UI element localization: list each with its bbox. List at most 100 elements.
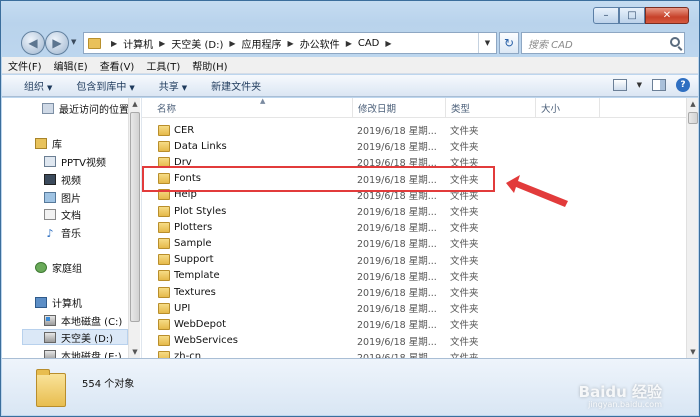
scrollbar-thumb[interactable] — [688, 112, 698, 124]
sidebar-item-drive-c[interactable]: 本地磁盘 (C:) — [44, 312, 122, 328]
menu-edit[interactable]: 编辑(E) — [48, 58, 94, 73]
file-name-cell: Template — [158, 270, 220, 282]
share-button[interactable]: 共享 ▼ — [159, 78, 187, 93]
chevron-right-icon[interactable]: ▶ — [385, 39, 391, 48]
folder-icon — [158, 221, 170, 233]
menu-help[interactable]: 帮助(H) — [186, 58, 233, 73]
file-list-scrollbar[interactable]: ▲ ▼ — [686, 98, 698, 358]
sidebar-item-pptv[interactable]: PPTV视频 — [44, 153, 106, 169]
file-row[interactable]: Textures 2019/6/18 星期... 文件夹 — [142, 284, 686, 300]
sidebar-item-recent[interactable]: 最近访问的位置 — [42, 100, 129, 116]
sidebar-item-label: 天空美 (D:) — [61, 333, 114, 345]
menu-view[interactable]: 查看(V) — [94, 58, 141, 73]
column-size[interactable]: 大小 — [536, 98, 600, 118]
folder-icon — [158, 205, 170, 217]
search-icon[interactable] — [670, 37, 680, 47]
file-row[interactable]: Support 2019/6/18 星期... 文件夹 — [142, 252, 686, 268]
chevron-down-icon[interactable]: ▼ — [637, 81, 642, 89]
sidebar-item-drive-d[interactable]: 天空美 (D:) — [22, 329, 128, 345]
file-date: 2019/6/18 星期... — [357, 336, 437, 348]
new-folder-button[interactable]: 新建文件夹 — [211, 78, 261, 93]
file-row[interactable]: Plot Styles 2019/6/18 星期... 文件夹 — [142, 203, 686, 219]
help-icon[interactable]: ? — [676, 78, 690, 92]
scroll-down-icon[interactable]: ▼ — [687, 346, 699, 358]
view-options-icon[interactable] — [612, 79, 627, 91]
sidebar-item-music[interactable]: ♪ 音乐 — [44, 224, 81, 240]
annotation-arrow-icon — [506, 175, 568, 207]
include-library-button[interactable]: 包含到库中 ▼ — [76, 78, 134, 93]
breadcrumb-cad[interactable]: CAD — [358, 38, 380, 49]
scroll-up-icon[interactable]: ▲ — [687, 98, 699, 110]
breadcrumb-office[interactable]: 办公软件 — [300, 36, 340, 51]
breadcrumb-computer[interactable]: 计算机 — [123, 36, 153, 51]
chevron-right-icon[interactable]: ▶ — [346, 39, 352, 48]
file-date: 2019/6/18 星期... — [357, 239, 437, 251]
chevron-right-icon[interactable]: ▶ — [288, 39, 294, 48]
menu-file[interactable]: 文件(F) — [2, 58, 48, 73]
music-note-icon: ♪ — [46, 226, 54, 240]
sidebar-item-label: 图片 — [61, 193, 81, 205]
sidebar-item-label: 视频 — [61, 175, 81, 187]
folder-icon — [158, 254, 170, 266]
sidebar-item-computer[interactable]: 计算机 — [35, 294, 82, 310]
view-controls: ▼ ? — [612, 78, 690, 92]
chevron-right-icon[interactable]: ▶ — [229, 39, 235, 48]
organize-button[interactable]: 组织 ▼ — [24, 78, 52, 93]
recent-places-icon — [42, 102, 54, 114]
refresh-button[interactable]: ↻ — [499, 32, 519, 54]
video-library-icon — [44, 173, 56, 185]
file-row[interactable]: WebServices 2019/6/18 星期... 文件夹 — [142, 333, 686, 349]
file-row[interactable]: WebDepot 2019/6/18 星期... 文件夹 — [142, 316, 686, 332]
scrollbar-thumb[interactable] — [130, 112, 140, 322]
preview-pane-icon[interactable] — [652, 79, 666, 91]
file-row[interactable]: Plotters 2019/6/18 星期... 文件夹 — [142, 219, 686, 235]
navigation-scrollbar[interactable]: ▲ ▼ — [128, 98, 140, 358]
column-name[interactable]: 名称 ▲ — [152, 98, 352, 118]
search-input[interactable]: 搜索 CAD — [521, 32, 685, 54]
recent-pages-dropdown-icon[interactable]: ▼ — [71, 38, 76, 46]
sidebar-item-drive-e[interactable]: 本地磁盘 (E:) — [44, 347, 122, 358]
file-row[interactable]: Sample 2019/6/18 星期... 文件夹 — [142, 235, 686, 251]
chevron-right-icon[interactable]: ▶ — [159, 39, 165, 48]
close-button[interactable]: ✕ — [645, 7, 689, 24]
file-row[interactable]: UPI 2019/6/18 星期... 文件夹 — [142, 300, 686, 316]
file-date: 2019/6/18 星期... — [357, 320, 437, 332]
highlight-box — [142, 166, 495, 192]
breadcrumb-apps[interactable]: 应用程序 — [242, 36, 282, 51]
sidebar-item-videos[interactable]: 视频 — [44, 171, 81, 187]
address-bar[interactable]: ▶ 计算机 ▶ 天空美 (D:) ▶ 应用程序 ▶ 办公软件 ▶ CAD ▶ ▼ — [83, 32, 497, 54]
column-date[interactable]: 修改日期 — [352, 98, 446, 118]
sidebar-item-homegroup[interactable]: 家庭组 — [35, 259, 82, 275]
sidebar-item-label: 音乐 — [61, 228, 81, 240]
file-date: 2019/6/18 星期... — [357, 288, 437, 299]
menu-tools[interactable]: 工具(T) — [140, 58, 186, 73]
back-button[interactable]: ◀ — [21, 31, 45, 55]
chevron-right-icon[interactable]: ▶ — [111, 39, 117, 48]
scroll-down-icon[interactable]: ▼ — [129, 346, 141, 358]
address-dropdown-icon[interactable]: ▼ — [478, 33, 496, 53]
system-drive-icon — [44, 314, 56, 326]
file-row[interactable]: CER 2019/6/18 星期... 文件夹 — [142, 122, 686, 138]
sidebar-item-label: 库 — [52, 139, 62, 151]
sort-ascending-icon: ▲ — [260, 98, 266, 105]
file-name: Sample — [174, 237, 212, 249]
column-type[interactable]: 类型 — [446, 98, 536, 118]
file-row[interactable]: Data Links 2019/6/18 星期... 文件夹 — [142, 138, 686, 154]
search-placeholder: 搜索 CAD — [528, 39, 573, 51]
forward-button[interactable]: ▶ — [45, 31, 69, 55]
breadcrumb-drive[interactable]: 天空美 (D:) — [171, 36, 223, 51]
minimize-button[interactable]: – — [593, 7, 619, 24]
column-header-row: 名称 ▲ 修改日期 类型 大小 — [142, 98, 686, 118]
explorer-window: – □ ✕ ◀ ▶ ▼ ▶ 计算机 ▶ 天空美 (D:) ▶ 应用程序 ▶ 办公… — [0, 0, 700, 417]
file-name: Support — [174, 254, 214, 266]
navigation-row: ◀ ▶ ▼ ▶ 计算机 ▶ 天空美 (D:) ▶ 应用程序 ▶ 办公软件 ▶ C… — [21, 31, 685, 55]
sidebar-item-libraries[interactable]: 库 — [35, 135, 62, 151]
file-name: Template — [174, 270, 220, 282]
file-row[interactable]: Template 2019/6/18 星期... 文件夹 — [142, 268, 686, 284]
file-row[interactable]: zh-cn 2019/6/18 星期... 文件夹 — [142, 349, 686, 358]
sidebar-item-documents[interactable]: 文档 — [44, 206, 81, 222]
scroll-up-icon[interactable]: ▲ — [129, 98, 141, 110]
sidebar-item-pictures[interactable]: 图片 — [44, 189, 81, 205]
file-name: CER — [174, 124, 195, 136]
maximize-button[interactable]: □ — [619, 7, 645, 24]
